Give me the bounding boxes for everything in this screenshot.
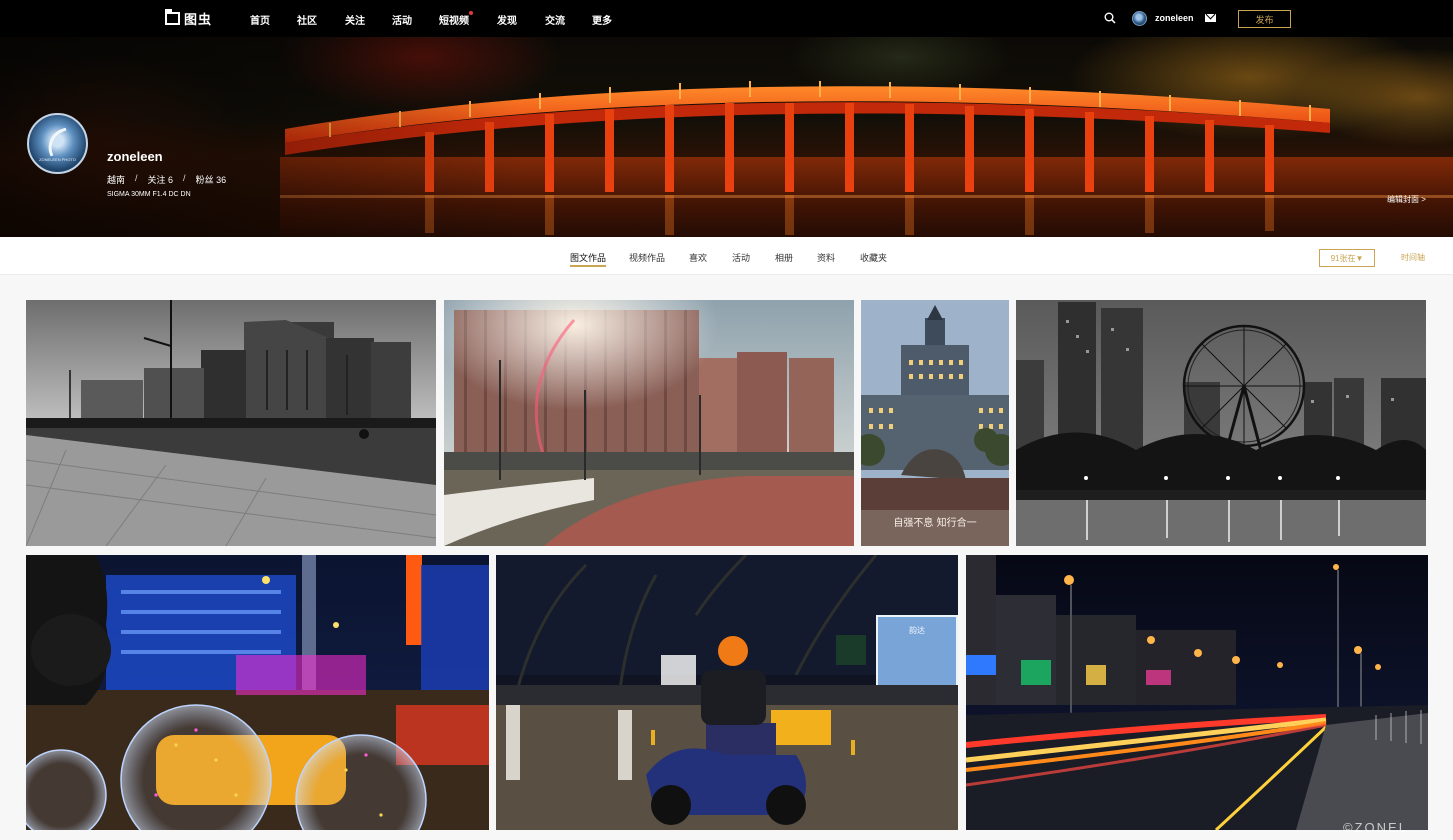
profile-avatar[interactable]: ZONELEEN PHOTO <box>27 113 88 174</box>
profile-cover-banner <box>0 37 1453 237</box>
nav-community[interactable]: 社区 <box>297 12 317 27</box>
user-avatar[interactable] <box>1132 11 1147 26</box>
profile-fans[interactable]: 粉丝 36 <box>196 173 227 186</box>
photo-light-trails-street[interactable] <box>966 555 1428 830</box>
profile-gear: SIGMA 30MM F1.4 DC DN <box>107 191 191 198</box>
nav-discover[interactable]: 发现 <box>497 12 517 27</box>
tab-activities[interactable]: 活动 <box>732 251 750 264</box>
nav-short-video[interactable]: 短视频 <box>439 12 469 27</box>
logo-text: 图虫 <box>184 12 213 27</box>
avatar-bird-icon <box>42 127 74 157</box>
photo-neon-bubble-balloons[interactable] <box>26 555 489 830</box>
avatar-caption: ZONELEEN PHOTO <box>39 157 76 162</box>
photo-ferris-wheel-night-bw[interactable] <box>1016 300 1426 546</box>
tab-video-works[interactable]: 视频作品 <box>629 251 665 264</box>
profile-location[interactable]: 越南 <box>107 173 125 186</box>
truck-signage: 韵达 <box>909 625 925 635</box>
nav-more[interactable]: 更多 <box>592 12 612 27</box>
publish-button[interactable]: 发布 <box>1238 10 1291 28</box>
profile-meta: 越南 / 关注 6 / 粉丝 36 <box>107 173 226 186</box>
nav-home[interactable]: 首页 <box>250 12 270 27</box>
nav-following[interactable]: 关注 <box>345 12 365 27</box>
logo-mark-icon <box>165 9 180 25</box>
photo-watermark: ©ZONEL <box>1343 820 1408 835</box>
meta-separator: / <box>183 173 186 183</box>
sort-dropdown[interactable]: 91张在▼ <box>1319 249 1375 267</box>
profile-tabs: 图文作品 视频作品 喜欢 活动 相册 资料 收藏夹 <box>0 237 1453 275</box>
photo-university-building-sunflare[interactable] <box>444 300 854 546</box>
search-icon[interactable] <box>1104 12 1116 24</box>
nav-activities[interactable]: 活动 <box>392 12 412 27</box>
photo-bw-modern-buildings[interactable] <box>26 300 436 546</box>
timeline-link[interactable]: 时间轴 <box>1401 252 1425 263</box>
tab-likes[interactable]: 喜欢 <box>689 251 707 264</box>
photo-delivery-rider-night[interactable]: 韵达 <box>496 555 958 830</box>
nav-exchange[interactable]: 交流 <box>545 12 565 27</box>
meta-separator: / <box>135 173 138 183</box>
site-logo[interactable]: 图虫 <box>165 9 213 27</box>
tab-favorites[interactable]: 收藏夹 <box>860 251 887 264</box>
user-name[interactable]: zoneleen <box>1155 13 1194 23</box>
photo-tower-building-stone[interactable]: 自强不息 知行合一 <box>861 300 1009 546</box>
mail-icon[interactable] <box>1205 14 1216 22</box>
tab-profile-info[interactable]: 资料 <box>817 251 835 264</box>
stone-inscription: 自强不息 知行合一 <box>893 516 976 529</box>
new-badge-dot <box>469 11 473 15</box>
profile-name: zoneleen <box>107 149 163 164</box>
top-navigation: 图虫 首页 社区 关注 活动 短视频 发现 交流 更多 zoneleen 发布 <box>0 0 1453 37</box>
profile-following[interactable]: 关注 6 <box>148 173 174 186</box>
edit-cover-link[interactable]: 编辑封面 > <box>1387 194 1426 205</box>
tab-photo-works[interactable]: 图文作品 <box>570 251 607 267</box>
tab-albums[interactable]: 相册 <box>775 251 793 264</box>
